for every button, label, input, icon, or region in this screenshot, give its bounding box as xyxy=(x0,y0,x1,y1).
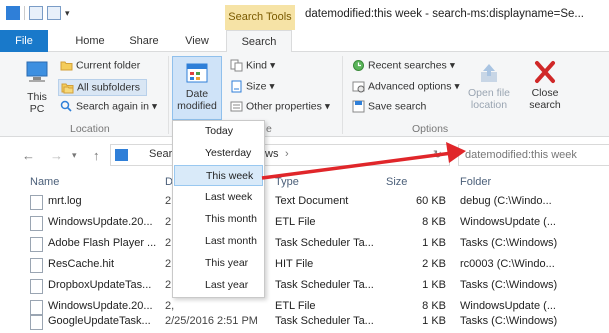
arrow-shaft xyxy=(261,151,453,180)
annotation-arrow xyxy=(261,142,466,180)
arrow-head xyxy=(446,142,466,163)
